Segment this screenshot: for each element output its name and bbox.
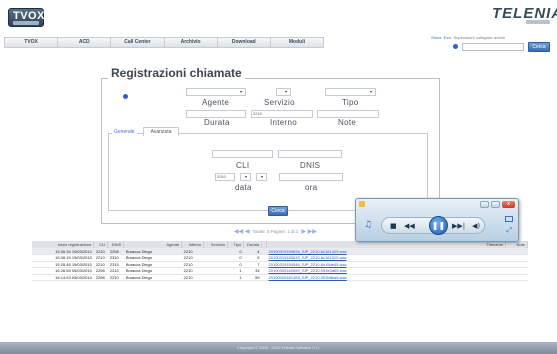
recording-link[interactable]: 20100305161453_SIP_2210-093b8ba6.wav — [266, 274, 506, 281]
close-button[interactable]: x — [502, 201, 515, 208]
tab-generale[interactable]: Generale — [112, 129, 137, 135]
user-status: Supervisore collegato: admin — [453, 35, 506, 40]
cell-interno: 2210 — [181, 274, 204, 281]
volume-icon[interactable]: ◀) — [472, 222, 480, 230]
main-menu: TVOX ACD Call Center Archivio Download M… — [4, 37, 324, 48]
year-select[interactable]: 2010 — [215, 173, 235, 181]
cli-label: CLI — [236, 161, 250, 170]
app-icon — [359, 201, 365, 207]
menu-archivio[interactable]: Archivio — [165, 38, 218, 47]
table-header-row: Inizio registrazione CLI DNIS Agente Int… — [32, 241, 528, 248]
cell-servizio — [203, 274, 228, 281]
cerca-button[interactable]: Cerca — [268, 206, 288, 216]
maximize-button[interactable] — [491, 201, 500, 208]
menu-download[interactable]: Download — [218, 38, 271, 47]
menu-acd[interactable]: ACD — [58, 38, 112, 47]
media-player-window[interactable]: x ♫ ■ ◀◀ ❚❚ ▶▶| ◀) ⤢ — [355, 198, 519, 242]
tipo-select[interactable] — [325, 88, 376, 96]
col-interno[interactable]: Interno — [181, 241, 205, 248]
page-title: Registrazioni chiamate — [108, 66, 245, 80]
music-note-icon: ♫ — [364, 220, 373, 230]
tvox-logo: TVOX — [8, 8, 44, 27]
pager-prev[interactable]: ◀◀ ◀ — [234, 228, 250, 235]
interno-input[interactable]: 2210 — [251, 110, 313, 118]
app-window: TVOX TELENIA TVOX ACD Call Center Archiv… — [0, 0, 557, 354]
footer: Copyright © 2006 - 2010 Telenia Software… — [0, 342, 557, 354]
col-dnis[interactable]: DNIS — [107, 241, 125, 248]
cell-tipo: 1 — [227, 274, 244, 281]
search-button[interactable]: Cerca — [528, 42, 550, 52]
pager-text: Totale: 5 Pagine: 1 di 1 — [252, 229, 299, 234]
agente-select[interactable] — [186, 88, 246, 96]
servizio-label: Servizio — [264, 98, 295, 107]
data-label: data — [235, 183, 252, 192]
ora-input[interactable] — [279, 173, 343, 181]
durata-input[interactable] — [186, 110, 246, 118]
dnis-input[interactable] — [278, 150, 342, 158]
storia-link[interactable]: Storia — [431, 35, 441, 40]
col-servizio[interactable]: Servizio — [203, 241, 229, 248]
copyright-text: Copyright © 2006 - 2010 Telenia Software… — [236, 345, 321, 350]
player-controls: ■ ◀◀ ❚❚ ▶▶| ◀) — [381, 216, 485, 235]
cell-dnis: 2210 — [107, 274, 124, 281]
cell-durata: 59 — [243, 274, 262, 281]
tab-avanzata[interactable]: Avanzata — [143, 127, 179, 136]
cell-cli: 2298 — [93, 274, 108, 281]
menu-moduli[interactable]: Moduli — [271, 38, 323, 47]
note-input[interactable] — [317, 110, 379, 118]
previous-button[interactable]: ◀◀ — [404, 222, 415, 230]
chevron-down-icon — [261, 176, 263, 178]
day-select[interactable] — [256, 173, 267, 181]
note-label: Note — [338, 118, 357, 127]
telenia-logo-sub — [526, 20, 550, 24]
col-agente[interactable]: Agente — [123, 241, 183, 248]
tipo-label: Tipo — [342, 98, 359, 107]
minimize-button[interactable] — [480, 201, 489, 208]
menu-tvox[interactable]: TVOX — [5, 38, 59, 47]
dnis-label: DNIS — [300, 161, 321, 170]
col-cli[interactable]: CLI — [93, 241, 109, 248]
col-note[interactable]: Note — [505, 241, 528, 248]
cell-agente: Buracca Diego — [123, 274, 182, 281]
user-links: Storia Esci Supervisore collegato: admin — [431, 35, 505, 40]
chevron-down-icon — [245, 176, 247, 178]
search-icon — [453, 44, 458, 49]
info-icon[interactable] — [123, 94, 128, 99]
agente-label: Agente — [202, 98, 230, 107]
menu-call-center[interactable]: Call Center — [111, 38, 165, 47]
durata-label: Durata — [204, 118, 230, 127]
results-table: Inizio registrazione CLI DNIS Agente Int… — [32, 241, 528, 281]
col-tipo[interactable]: Tipo — [227, 241, 245, 248]
ora-label: ora — [305, 183, 318, 192]
col-inizio[interactable]: Inizio registrazione — [32, 241, 95, 248]
chevron-down-icon — [370, 91, 372, 93]
pagination: ◀◀ ◀ Totale: 5 Pagine: 1 di 1 ▶ ▶▶ — [234, 228, 317, 235]
expand-icon[interactable]: ⤢ — [506, 226, 512, 235]
month-select[interactable] — [240, 173, 251, 181]
stop-button[interactable]: ■ — [390, 222, 397, 230]
pager-next[interactable]: ▶ ▶▶ — [301, 228, 317, 235]
interno-label: Interno — [270, 118, 298, 127]
table-row[interactable]: 16.14.53 05/03/2010 2298 2210 Buracca Di… — [32, 274, 528, 281]
col-durata[interactable]: Durata — [243, 241, 263, 248]
col-filename[interactable]: Filename — [266, 241, 506, 248]
next-button[interactable]: ▶▶| — [452, 222, 465, 230]
pause-button[interactable]: ❚❚ — [429, 216, 448, 235]
servizio-select[interactable] — [276, 88, 291, 96]
esci-link[interactable]: Esci — [444, 35, 452, 40]
cli-input[interactable] — [212, 150, 273, 158]
chevron-down-icon — [285, 91, 287, 93]
cell-inizio: 16.14.53 05/03/2010 — [32, 274, 94, 281]
chevron-down-icon — [240, 91, 242, 93]
switch-view-icon[interactable] — [505, 216, 513, 222]
search-input[interactable] — [462, 43, 524, 51]
